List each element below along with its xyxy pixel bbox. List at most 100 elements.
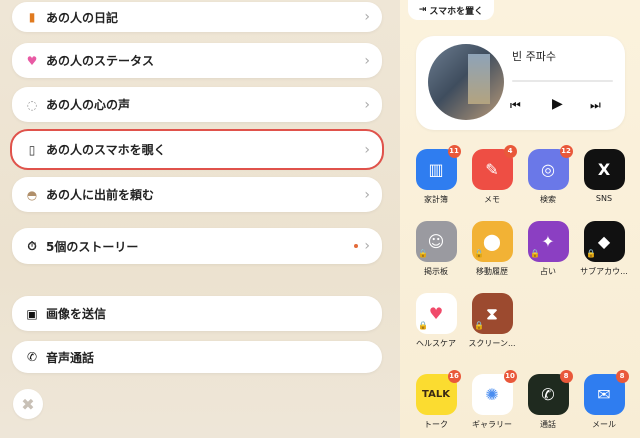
app-label: 通話 — [540, 420, 556, 429]
app-glyph-icon: ⧗ — [486, 303, 498, 323]
app-badge: 4 — [503, 145, 517, 158]
menu-item-voice-call[interactable]: ✆ 音声通話 — [12, 341, 382, 373]
app-tile: ✦ 🔒 — [527, 221, 569, 262]
app-icon-9[interactable]: ♥ 🔒 ヘルスケア — [405, 293, 467, 349]
app-icon-10[interactable]: ⧗ 🔒 スクリーン... — [461, 293, 523, 349]
play-icon[interactable]: ▶ — [552, 96, 563, 112]
lock-icon: 🔒 — [586, 249, 596, 258]
app-glyph-icon: ☺ — [427, 232, 445, 251]
menu-item-label: あの人のスマホを覗く — [46, 143, 166, 157]
app-badge: 10 — [503, 370, 517, 383]
chevron-right-icon: › — [364, 186, 370, 203]
menu-item-label: あの人の日記 — [46, 10, 119, 25]
app-icon-5[interactable]: ☺ 🔒 掲示板 — [405, 221, 467, 277]
app-tile: ⧗ 🔒 — [471, 293, 513, 334]
app-tile: ▥ 11 — [415, 145, 461, 190]
app-label: メール — [592, 420, 616, 429]
app-glyph-icon: ▥ — [428, 160, 444, 179]
app-badge: 16 — [447, 370, 461, 383]
app-glyph-icon: ◎ — [541, 160, 555, 179]
app-tile: TALK 16 — [415, 370, 461, 415]
menu-item-inner-voice[interactable]: ◌ あの人の心の声 › — [12, 87, 382, 122]
food-delivery-icon: ◓ — [26, 187, 38, 202]
lock-icon: 🔒 — [530, 249, 540, 258]
app-label: ヘルスケア — [416, 339, 456, 348]
app-label: 検索 — [540, 195, 556, 204]
menu-item-status[interactable]: ♥ あの人のステータス › — [12, 43, 382, 78]
speech-bubble-icon: ◌ — [26, 97, 38, 112]
previous-icon[interactable]: ⏮ — [510, 98, 521, 113]
next-icon[interactable]: ⏭ — [590, 98, 601, 113]
diary-icon: ▮ — [28, 10, 36, 24]
app-icon-7[interactable]: ✦ 🔒 占い — [517, 221, 579, 277]
app-badge: 12 — [559, 145, 573, 158]
menu-item-label: 画像を送信 — [46, 307, 107, 321]
chevron-right-icon: › — [364, 52, 370, 69]
app-icon-14[interactable]: ✉ 8 メール — [573, 370, 635, 430]
app-icon-12[interactable]: ✺ 10 ギャラリー — [461, 370, 523, 430]
app-glyph-icon: ♥ — [428, 304, 444, 323]
app-icon-3[interactable]: ◎ 12 検索 — [517, 145, 579, 205]
menu-item-peek-phone[interactable]: ▯ あの人のスマホを覗く › — [10, 129, 384, 170]
app-glyph-icon: ✆ — [541, 385, 555, 404]
app-label: スクリーン... — [468, 339, 516, 348]
app-label: メモ — [484, 195, 500, 204]
app-icon-2[interactable]: ✎ 4 メモ — [461, 145, 523, 205]
lock-icon: 🔒 — [418, 321, 428, 330]
song-title: 빈 주파수 — [512, 50, 556, 63]
phone-icon: ▯ — [28, 142, 36, 157]
app-label: 家計簿 — [424, 195, 448, 204]
app-label: 占い — [540, 267, 556, 276]
menu-item-label: あの人のステータス — [46, 54, 155, 68]
app-label: トーク — [424, 420, 448, 429]
progress-bar[interactable] — [512, 80, 613, 82]
app-icon-1[interactable]: ▥ 11 家計簿 — [405, 145, 467, 205]
app-badge: 8 — [559, 370, 573, 383]
menu-item-label: あの人の心の声 — [46, 98, 131, 112]
app-label: 掲示板 — [424, 267, 448, 276]
app-label: ギャラリー — [472, 420, 512, 429]
chevron-right-icon: › — [364, 141, 370, 158]
app-tile: X — [583, 149, 625, 190]
app-label: 移動履歴 — [476, 267, 508, 276]
menu-item-send-image[interactable]: ▣ 画像を送信 — [12, 296, 382, 331]
music-widget: 빈 주파수 ⏮ ▶ ⏭ — [416, 36, 625, 130]
app-label: SNS — [595, 194, 613, 203]
lock-icon: 🔒 — [418, 249, 428, 258]
exit-icon: ⇥ — [418, 5, 427, 15]
app-icon-8[interactable]: ◆ 🔒 サブアカウ... — [573, 221, 635, 277]
app-icon-6[interactable]: ⬤ 🔒 移動履歴 — [461, 221, 523, 277]
menu-item-order-delivery[interactable]: ◓ あの人に出前を頼む › — [12, 177, 382, 212]
chevron-right-icon: › — [364, 9, 370, 25]
put-down-phone-button[interactable]: ⇥ スマホを置く — [408, 0, 494, 20]
app-tile: ✆ 8 — [527, 370, 573, 415]
app-tile: ♥ 🔒 — [415, 293, 457, 334]
menu-item-label: あの人に出前を頼む — [46, 188, 155, 202]
close-icon: ✖ — [21, 394, 35, 414]
menu-item-label: 5個のストーリー — [46, 239, 139, 254]
app-glyph-icon: ✺ — [485, 385, 499, 404]
app-badge: 11 — [447, 145, 461, 158]
app-icon-4[interactable]: X SNS — [573, 149, 635, 203]
stopwatch-icon: ⏱ — [27, 238, 37, 253]
close-button[interactable]: ✖ — [13, 389, 43, 419]
menu-item-diary[interactable]: ▮ あの人の日記 › — [12, 2, 382, 32]
app-glyph-icon: ⬤ — [483, 232, 501, 251]
app-badge: 8 — [615, 370, 629, 383]
menu-item-stories[interactable]: ⏱ 5個のストーリー › — [12, 228, 382, 264]
app-icon-11[interactable]: TALK 16 トーク — [405, 370, 467, 430]
app-tile: ⬤ 🔒 — [471, 221, 513, 262]
app-icon-13[interactable]: ✆ 8 通話 — [517, 370, 579, 430]
app-tile: ☺ 🔒 — [415, 221, 457, 262]
notification-dot — [354, 244, 359, 248]
chevron-right-icon: › — [364, 96, 370, 113]
app-tile: ◆ 🔒 — [583, 221, 625, 262]
heart-icon: ♥ — [26, 53, 38, 68]
app-glyph-icon: ✉ — [597, 385, 611, 404]
app-tile: ✉ 8 — [583, 370, 629, 415]
app-glyph-icon: X — [597, 160, 611, 179]
app-glyph-icon: TALK — [422, 389, 450, 400]
app-glyph-icon: ✎ — [485, 160, 499, 179]
lock-icon: 🔒 — [474, 249, 484, 258]
image-icon: ▣ — [26, 306, 38, 321]
